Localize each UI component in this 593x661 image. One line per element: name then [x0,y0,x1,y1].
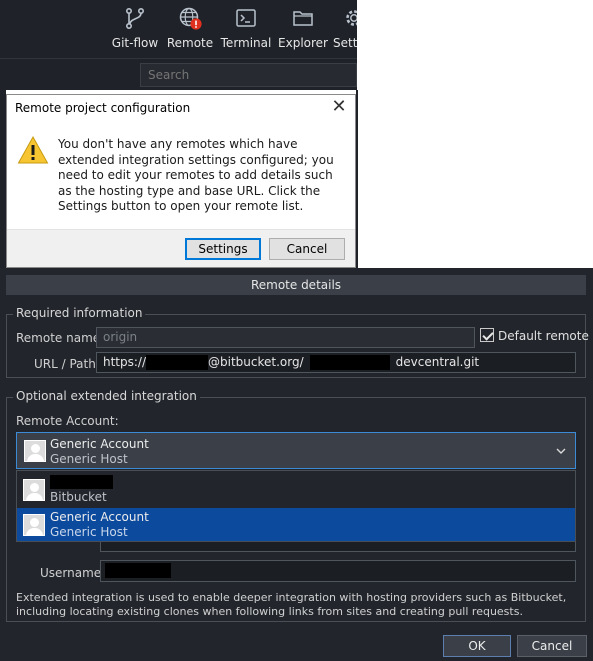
avatar [24,440,46,462]
warning-icon [17,135,49,164]
search-bar [0,58,357,90]
url-middle: @bitbucket.org/ [208,355,304,369]
toolbar-git-flow-button[interactable]: Git-flow [108,6,162,56]
background-strip-right [356,90,358,268]
remote-details-header: Remote details [6,275,586,295]
chevron-down-icon[interactable] [555,445,567,457]
remote-details-panel: Remote details Required information Remo… [0,268,593,661]
toolbar-terminal-button[interactable]: Terminal [219,6,273,56]
account-option-bitbucket[interactable]: Bitbucket [17,473,575,506]
close-icon[interactable]: ✕ [329,97,349,117]
gear-icon [346,10,357,26]
redacted-block [105,563,171,578]
toolbar-terminal-label: Terminal [220,36,272,50]
url-suffix: devcentral.git [395,355,480,369]
folder-icon [293,11,313,26]
remote-name-field[interactable]: origin [96,327,475,348]
required-info-legend: Required information [13,306,146,320]
account-option-name: Generic Account [50,510,149,524]
toolbar-explorer-label: Explorer [278,36,328,50]
remote-account-select[interactable]: Generic Account Generic Host [16,432,576,469]
terminal-icon [236,9,256,27]
username-field[interactable] [100,560,576,582]
redacted-block [146,355,209,370]
default-remote-label: Default remote [498,329,589,343]
redacted-account-name [50,475,113,489]
dialog-title: Remote project configuration [15,101,191,115]
ok-button[interactable]: OK [443,635,511,657]
remote-name-label: Remote name: [16,331,105,345]
selected-account-name: Generic Account [50,437,149,451]
integration-info-text: Extended integration is used to enable d… [16,591,567,618]
screenshot-root: Git-flow Remote Terminal Explorer Sett S… [0,0,593,661]
account-option-generic[interactable]: Generic Account Generic Host [17,508,575,541]
selected-account-host: Generic Host [50,452,128,466]
main-toolbar: Git-flow Remote Terminal Explorer Sett [0,0,357,58]
username-label: Username: [40,566,106,580]
account-option-host: Bitbucket [50,490,107,504]
settings-button[interactable]: Settings [185,238,261,260]
url-label: URL / Path: [34,357,100,371]
url-field[interactable]: https:// @bitbucket.org/devcentral.git [96,352,576,373]
dialog-cancel-button[interactable]: Cancel [269,238,345,260]
git-flow-icon [125,7,145,29]
toolbar-settings-label: Setti [333,36,357,50]
default-remote-checkbox[interactable] [480,328,494,342]
remote-config-dialog: Remote project configuration ✕ You don't… [6,94,356,268]
account-option-host: Generic Host [50,525,128,539]
dialog-footer: Settings Cancel [7,229,355,267]
redacted-block [309,355,390,370]
toolbar-remote-button[interactable]: Remote [166,6,214,56]
toolbar-git-flow-label: Git-flow [111,36,159,50]
dialog-message: You don't have any remotes which have ex… [58,137,334,213]
toolbar-remote-label: Remote [166,36,214,50]
globe-icon [179,7,202,30]
remote-account-dropdown-list: Bitbucket Generic Account Generic Host [16,470,576,542]
url-prefix: https:// [103,355,147,369]
search-input[interactable] [140,63,357,87]
remote-account-label: Remote Account: [16,414,119,428]
dialog-body: You don't have any remotes which have ex… [7,121,355,229]
optional-integration-legend: Optional extended integration [13,389,200,403]
avatar [23,514,45,536]
toolbar-explorer-button[interactable]: Explorer [277,6,329,56]
cancel-button[interactable]: Cancel [517,635,587,657]
toolbar-settings-button[interactable]: Setti [333,6,357,56]
avatar [23,479,45,501]
